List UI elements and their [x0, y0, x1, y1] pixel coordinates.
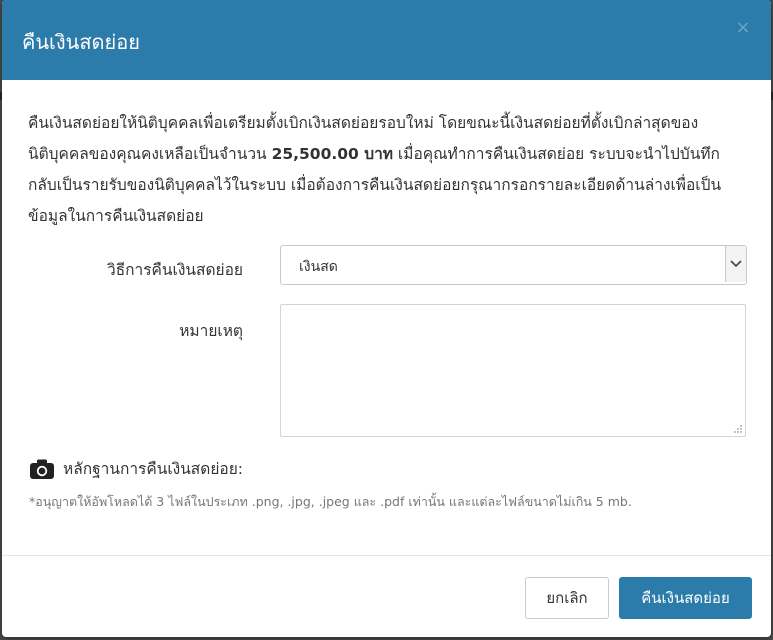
evidence-label: หลักฐานการคืนเงินสดย่อย: [63, 460, 244, 478]
intro-text: คืนเงินสดย่อยให้นิติบุคคลเพื่อเตรียมตั้ง… [28, 108, 748, 232]
footer-divider [2, 555, 771, 556]
note-label: หมายเหตุ [179, 322, 243, 340]
evidence-section: หลักฐานการคืนเงินสดย่อย: [29, 456, 243, 481]
refund-submit-button[interactable]: คืนเงินสดย่อย [619, 577, 752, 619]
refund-method-value: เงินสด [299, 259, 338, 275]
refund-petty-cash-modal: คืนเงินสดย่อย × คืนเงินสดย่อยให้นิติบุคค… [2, 0, 771, 637]
modal-title: คืนเงินสดย่อย [22, 30, 140, 54]
refund-method-label: วิธีการคืนเงินสดย่อย [106, 261, 243, 279]
remaining-amount: 25,500.00 บาท [271, 145, 393, 163]
close-icon[interactable]: × [733, 18, 753, 38]
chevron-down-icon[interactable] [725, 246, 746, 282]
refund-method-select[interactable]: เงินสด [280, 245, 747, 285]
modal-header: คืนเงินสดย่อย × [2, 0, 771, 80]
camera-icon[interactable] [29, 458, 55, 480]
cancel-button[interactable]: ยกเลิก [525, 577, 609, 619]
upload-hint: *อนุญาตให้อัพโหลดได้ 3 ไฟล์ในประเภท .png… [29, 494, 632, 509]
resize-grip-icon[interactable] [732, 423, 742, 433]
note-textarea[interactable] [280, 304, 746, 437]
